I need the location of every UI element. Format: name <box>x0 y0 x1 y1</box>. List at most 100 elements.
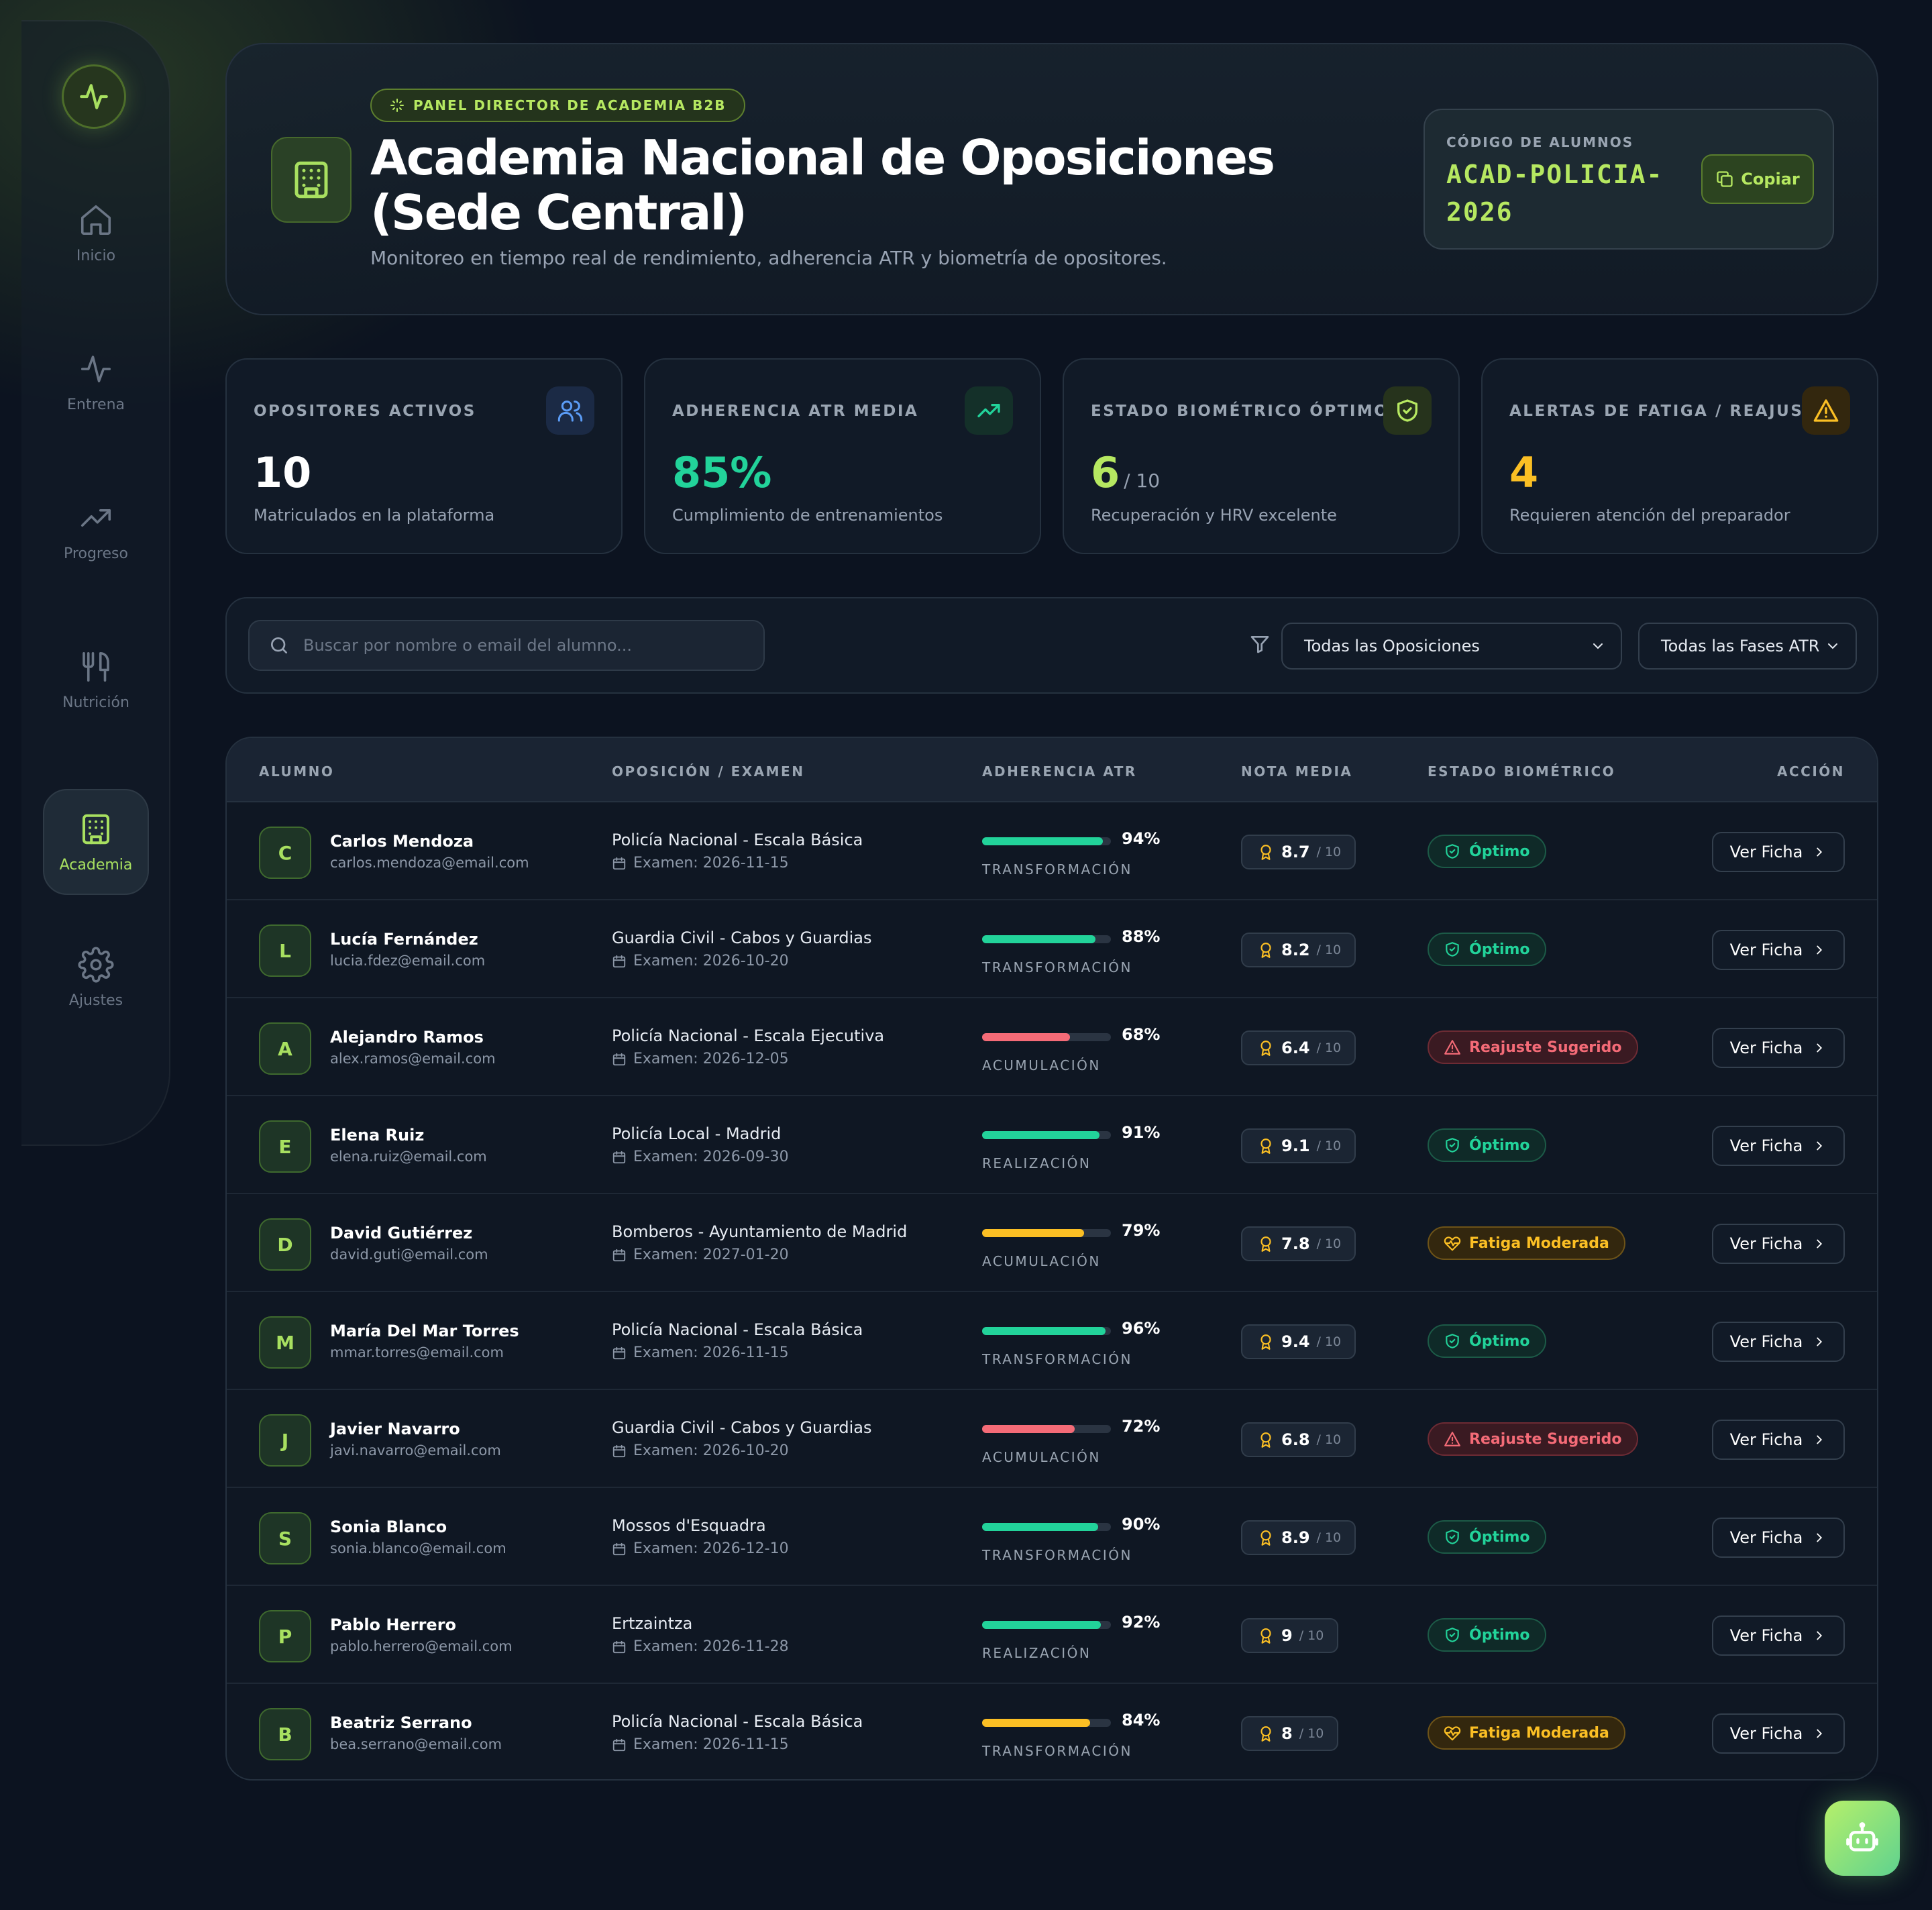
table-row: S Sonia Blanco sonia.blanco@email.com Mosso… <box>227 1488 1877 1586</box>
view-profile-button[interactable]: Ver Ficha <box>1712 1322 1845 1362</box>
grade-denominator: / 10 <box>1299 1726 1324 1741</box>
filter-icon <box>1250 636 1269 653</box>
trending-up-icon <box>977 404 1000 417</box>
view-profile-button[interactable]: Ver Ficha <box>1712 1126 1845 1166</box>
app-logo[interactable] <box>62 64 126 129</box>
oposicion-name: Mossos d'Esquadra <box>612 1516 766 1535</box>
student-email: sonia.blanco@email.com <box>330 1540 506 1556</box>
avatar: S <box>259 1512 311 1564</box>
adherence-percent: 72% <box>1122 1417 1161 1436</box>
view-profile-button[interactable]: Ver Ficha <box>1712 1420 1845 1460</box>
users-icon <box>557 401 583 422</box>
grade-badge: 9.4 / 10 <box>1241 1324 1356 1359</box>
sidebar-item-entrena[interactable]: Entrena <box>43 329 149 435</box>
grade-badge: 6.8 / 10 <box>1241 1422 1356 1457</box>
column-header: ESTADO BIOMÉTRICO <box>1428 763 1616 780</box>
biometric-status-label: Óptimo <box>1469 843 1530 860</box>
sidebar-item-inicio[interactable]: Inicio <box>43 180 149 286</box>
oposicion-select[interactable]: Todas las Oposiciones <box>1281 623 1622 670</box>
award-icon <box>1260 1334 1271 1350</box>
view-profile-button[interactable]: Ver Ficha <box>1712 1615 1845 1656</box>
view-profile-button[interactable]: Ver Ficha <box>1712 1028 1845 1068</box>
biometric-status-badge: Óptimo <box>1428 1520 1546 1554</box>
exam-date-label: Examen: 2026-10-20 <box>633 953 789 969</box>
award-icon <box>1260 1041 1271 1056</box>
view-profile-button[interactable]: Ver Ficha <box>1712 930 1845 970</box>
sidebar-item-ajustes[interactable]: Ajustes <box>43 924 149 1030</box>
sidebar-item-nutricion[interactable]: Nutrición <box>43 627 149 733</box>
table-row: P Pablo Herrero pablo.herrero@email.com Ert… <box>227 1586 1877 1684</box>
biometric-status-badge: Fatiga Moderada <box>1428 1716 1625 1750</box>
table-row: J Javier Navarro javi.navarro@email.com Gua… <box>227 1390 1877 1488</box>
view-profile-button[interactable]: Ver Ficha <box>1712 1224 1845 1264</box>
search-box[interactable] <box>248 620 765 671</box>
grade-denominator: / 10 <box>1316 845 1342 859</box>
adherence-bar-fill <box>982 1719 1091 1727</box>
award-icon <box>1260 1726 1271 1742</box>
bot-icon <box>1846 1822 1878 1852</box>
biometric-status-label: Fatiga Moderada <box>1469 1234 1609 1252</box>
student-name: Alejandro Ramos <box>330 1028 484 1047</box>
sidebar-item-academia[interactable]: Academia <box>43 789 149 895</box>
biometric-status-badge: Óptimo <box>1428 835 1546 868</box>
copy-label: Copiar <box>1741 170 1800 189</box>
student-email: lucia.fdez@email.com <box>330 953 486 969</box>
page-title: Academia Nacional de Oposiciones (Sede C… <box>370 129 1275 241</box>
stat-value: 4 <box>1509 448 1538 497</box>
student-name: Carlos Mendoza <box>330 832 474 851</box>
table-row: L Lucía Fernández lucia.fdez@email.com Guar… <box>227 900 1877 998</box>
view-profile-label: Ver Ficha <box>1729 941 1803 959</box>
avatar: L <box>259 924 311 977</box>
exam-date-label: Examen: 2026-11-15 <box>633 855 789 871</box>
assistant-button[interactable] <box>1825 1801 1900 1876</box>
calendar-icon <box>612 1640 626 1653</box>
view-profile-label: Ver Ficha <box>1729 1430 1803 1449</box>
avatar: D <box>259 1218 311 1271</box>
grade-value: 8.7 <box>1281 843 1310 861</box>
stat-label: ADHERENCIA ATR MEDIA <box>672 403 919 420</box>
exam-date: Examen: 2026-11-15 <box>612 1344 789 1361</box>
chevron-down-icon <box>1828 643 1837 649</box>
search-input[interactable] <box>303 636 733 655</box>
atr-phase: REALIZACIÓN <box>982 1155 1091 1171</box>
sidebar-item-label: Nutrición <box>62 694 129 711</box>
badge-label: PANEL DIRECTOR DE ACADEMIA B2B <box>413 97 727 113</box>
calendar-icon <box>612 1738 626 1751</box>
biometric-status-label: Óptimo <box>1469 1332 1530 1350</box>
adherence-percent: 94% <box>1122 829 1161 848</box>
copy-button[interactable]: Copiar <box>1701 154 1814 204</box>
student-email: mmar.torres@email.com <box>330 1344 504 1361</box>
stat-label: ALERTAS DE FATIGA / REAJUSTE <box>1509 403 1828 420</box>
view-profile-button[interactable]: Ver Ficha <box>1712 1713 1845 1754</box>
stat-card-biometric: ESTADO BIOMÉTRICO ÓPTIMO 6/ 10 Recuperac… <box>1063 358 1460 554</box>
chevron-right-icon <box>1817 1043 1823 1053</box>
grade-badge: 9.1 / 10 <box>1241 1128 1356 1163</box>
adherence-bar <box>982 1523 1111 1531</box>
grade-value: 7.8 <box>1281 1234 1310 1253</box>
grade-badge: 6.4 / 10 <box>1241 1030 1356 1065</box>
chevron-right-icon <box>1817 1631 1823 1640</box>
view-profile-button[interactable]: Ver Ficha <box>1712 832 1845 872</box>
oposicion-name: Policía Local - Madrid <box>612 1124 782 1143</box>
biometric-status-badge: Fatiga Moderada <box>1428 1226 1625 1260</box>
stat-card-alerts: ALERTAS DE FATIGA / REAJUSTE 4 Requieren… <box>1481 358 1878 554</box>
column-header: NOTA MEDIA <box>1241 763 1353 780</box>
academy-logo <box>271 137 352 223</box>
chevron-right-icon <box>1817 1533 1823 1542</box>
atr-phase: REALIZACIÓN <box>982 1645 1091 1661</box>
award-icon <box>1260 1628 1271 1644</box>
view-profile-button[interactable]: Ver Ficha <box>1712 1518 1845 1558</box>
page-subtitle: Monitoreo en tiempo real de rendimiento,… <box>370 247 1167 269</box>
fase-select[interactable]: Todas las Fases ATR <box>1638 623 1857 670</box>
biometric-status-badge: Reajuste Sugerido <box>1428 1422 1638 1456</box>
search-icon <box>271 637 287 653</box>
adherence-bar-fill <box>982 1621 1101 1629</box>
adherence-percent: 88% <box>1122 927 1161 946</box>
chevron-right-icon <box>1817 1337 1823 1346</box>
shield-check-icon <box>1446 942 1459 957</box>
stat-card-active: OPOSITORES ACTIVOS 10 Matriculados en la… <box>225 358 623 554</box>
atr-phase: ACUMULACIÓN <box>982 1057 1101 1073</box>
chevron-down-icon <box>1593 643 1603 649</box>
award-icon <box>1260 943 1271 958</box>
sidebar-item-progreso[interactable]: Progreso <box>43 478 149 584</box>
